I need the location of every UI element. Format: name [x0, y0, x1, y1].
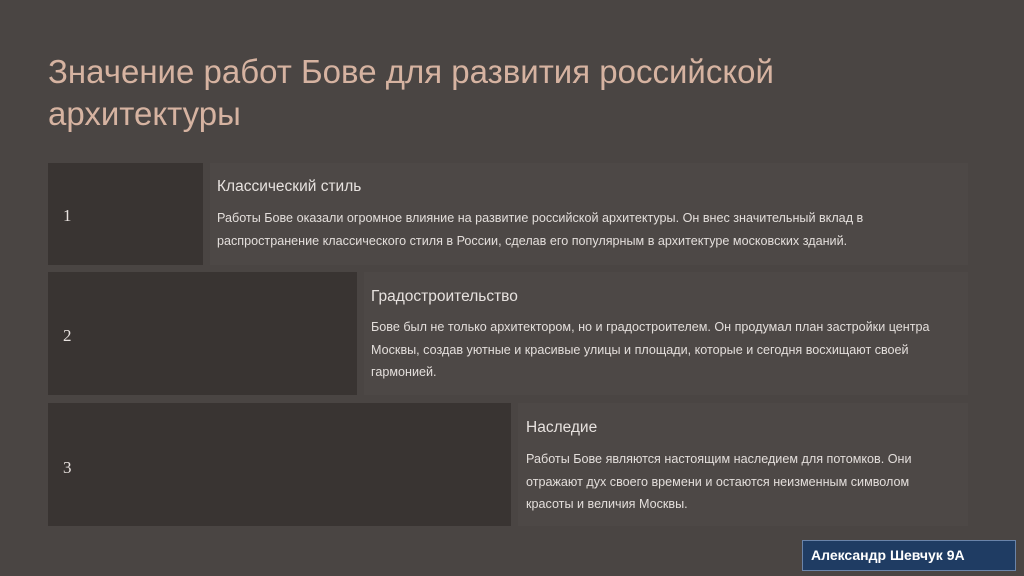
step-3-box: 3 [48, 403, 511, 526]
step-3-heading: Наследие [526, 419, 598, 436]
step-2-text: Бове был не только архитектором, но и гр… [371, 320, 930, 379]
author-badge: Александр Шевчук 9А [802, 540, 1016, 571]
step-2-box: 2 [48, 272, 357, 395]
step-2-number: 2 [63, 326, 72, 345]
step-1-text: Работы Бове оказали огромное влияние на … [217, 211, 864, 248]
step-1-box: 1 [48, 163, 203, 265]
step-1-number: 1 [63, 206, 72, 225]
step-1-heading: Классический стиль [217, 178, 362, 195]
step-3-number: 3 [63, 458, 72, 477]
step-3-text: Работы Бове являются настоящим наследием… [526, 452, 912, 511]
slide-title: Значение работ Бове для развития российс… [48, 53, 774, 132]
step-2-heading: Градостроительство [371, 288, 518, 305]
